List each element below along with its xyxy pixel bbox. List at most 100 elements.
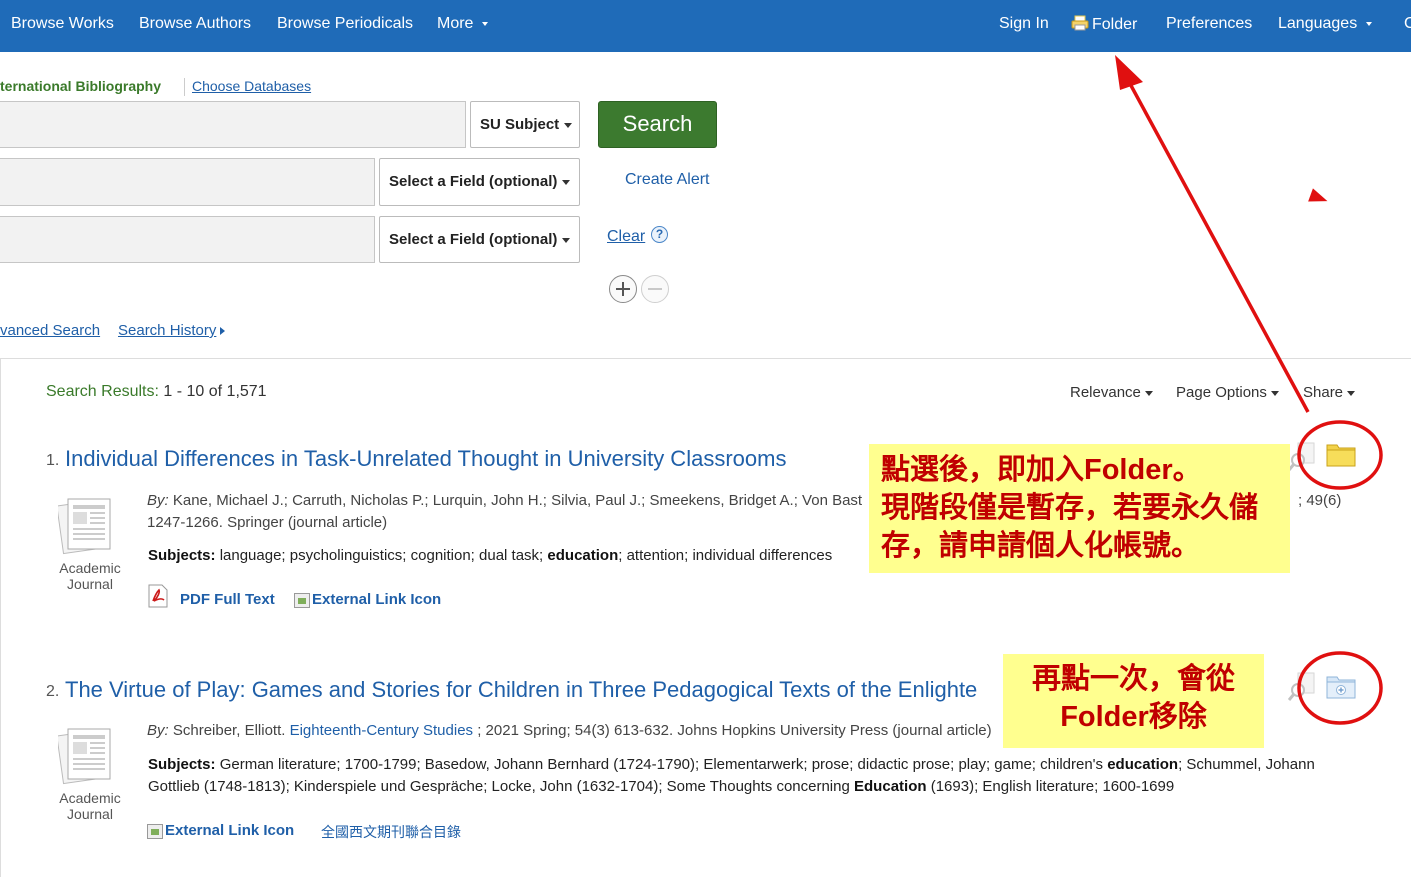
nav-browse-authors[interactable]: Browse Authors — [139, 15, 251, 33]
chevron-down-icon — [1347, 390, 1356, 396]
subjects-text: German literature; 1700-1799; Basedow, J… — [219, 756, 1104, 773]
nav-languages[interactable]: Languages — [1278, 15, 1373, 33]
nav-browse-works[interactable]: Browse Works — [11, 15, 114, 33]
search-input-3[interactable] — [0, 216, 375, 263]
external-link[interactable]: External Link Icon — [147, 822, 294, 839]
annotation-line: 再點一次，會從 — [1031, 663, 1235, 695]
add-to-folder-icon[interactable] — [1326, 673, 1356, 699]
sort-relevance-dropdown[interactable]: Relevance — [1070, 384, 1153, 401]
preview-magnifier-icon[interactable] — [1288, 672, 1316, 702]
field-select-3[interactable]: Select a Field (optional) — [379, 216, 580, 263]
nav-folder[interactable]: Folder — [1071, 15, 1137, 34]
chevron-down-icon — [1270, 390, 1279, 396]
annotation-note-remove: 再點一次，會從 Folder移除 — [1003, 654, 1264, 748]
annotation-line: 存，請申請個人化帳號。 — [881, 530, 1201, 562]
academic-journal-icon — [58, 498, 111, 555]
nav-more[interactable]: More — [437, 15, 489, 33]
page-options-dropdown[interactable]: Page Options — [1176, 384, 1279, 401]
remove-row-button[interactable] — [641, 275, 669, 303]
results-panel — [0, 358, 1411, 877]
academic-journal-icon — [58, 728, 111, 785]
nav-cut-item[interactable]: C — [1404, 15, 1411, 33]
share-label: Share — [1303, 384, 1344, 401]
chevron-down-icon — [482, 21, 489, 26]
nav-more-label: More — [437, 15, 474, 32]
annotation-note-add: 點選後，即加入Folder。 現階段僅是暫存，若要永久儲 存，請申請個人化帳號。 — [869, 444, 1290, 573]
by-label: By: — [147, 722, 169, 739]
publication-type-line1: Academic — [59, 560, 121, 576]
help-icon[interactable]: ? — [651, 226, 668, 243]
chevron-down-icon — [562, 179, 571, 185]
result-meta-line2: 1247-1266. Springer (journal article) — [147, 514, 388, 531]
publication-type-line2: Journal — [67, 576, 113, 592]
by-label: By: — [147, 492, 169, 509]
page-options-label: Page Options — [1176, 384, 1267, 401]
field-select-2[interactable]: Select a Field (optional) — [379, 158, 580, 206]
database-label: ternational Bibliography — [0, 78, 162, 94]
annotation-line: Folder移除 — [1060, 701, 1207, 733]
chevron-down-icon — [564, 122, 573, 128]
subjects-text: language; psycholinguistics; cognition; … — [219, 547, 544, 564]
external-link-label: External Link Icon — [165, 822, 295, 839]
nav-folder-label: Folder — [1092, 16, 1138, 33]
nav-languages-label: Languages — [1278, 15, 1358, 32]
annotation-line: 點選後，即加入Folder。 — [881, 454, 1202, 486]
subjects-text: ; attention; individual differences — [618, 547, 833, 564]
share-dropdown[interactable]: Share — [1303, 384, 1356, 401]
results-range: 1 - 10 of 1,571 — [163, 383, 267, 400]
results-label: Search Results: — [46, 383, 159, 400]
advanced-search-link[interactable]: vanced Search — [0, 322, 100, 339]
search-input-1[interactable] — [0, 101, 466, 148]
field-select-1[interactable]: SU Subject — [470, 101, 580, 148]
external-link-label: External Link Icon — [312, 591, 442, 608]
nav-browse-periodicals[interactable]: Browse Periodicals — [277, 15, 413, 33]
publication-type-line1: Academic — [59, 790, 121, 806]
results-count: Search Results: 1 - 10 of 1,571 — [46, 383, 267, 401]
clear-link[interactable]: Clear — [607, 228, 645, 246]
chevron-down-icon — [1366, 21, 1373, 26]
choose-databases-link[interactable]: Choose Databases — [192, 78, 311, 94]
subjects-label: Subjects: — [148, 756, 216, 773]
folder-added-icon[interactable] — [1326, 441, 1356, 467]
result-meta-tail: ; 49(6) — [1298, 492, 1342, 509]
result-meta-rest: ; 2021 Spring; 54(3) 613-632. Johns Hopk… — [477, 722, 992, 739]
field-select-1-label: SU Subject — [480, 116, 560, 133]
subjects-text: ; Schummel, Johann — [1178, 756, 1315, 773]
chevron-right-icon — [220, 327, 226, 336]
publication-type: Academic Journal — [45, 790, 135, 822]
sort-relevance-label: Relevance — [1070, 384, 1141, 401]
search-history-link[interactable]: Search History — [118, 322, 226, 339]
preview-magnifier-icon[interactable] — [1288, 442, 1316, 472]
nav-preferences[interactable]: Preferences — [1166, 15, 1252, 33]
result-title-link[interactable]: Individual Differences in Task-Unrelated… — [65, 446, 786, 472]
external-link[interactable]: External Link Icon — [294, 591, 441, 608]
nav-sign-in[interactable]: Sign In — [999, 15, 1049, 33]
pdf-full-text-link[interactable]: PDF Full Text — [180, 591, 275, 608]
publication-type-line2: Journal — [67, 806, 113, 822]
result-number: 2. — [46, 683, 60, 700]
publication-type: Academic Journal — [45, 560, 135, 592]
search-history-label: Search History — [118, 322, 217, 339]
result-subjects: Subjects: German literature; 1700-1799; … — [148, 754, 1348, 798]
periodical-link[interactable]: Eighteenth-Century Studies — [290, 722, 473, 739]
top-nav-bar: Browse Works Browse Authors Browse Perio… — [0, 0, 1411, 52]
create-alert-link[interactable]: Create Alert — [625, 171, 709, 189]
result-meta: By: Schreiber, Elliott. Eighteenth-Centu… — [147, 720, 1007, 742]
annotation-line: 現階段僅是暫存，若要永久儲 — [881, 492, 1259, 524]
search-button[interactable]: Search — [598, 101, 717, 148]
annotation-arrowhead — [1115, 55, 1143, 90]
chevron-down-icon — [562, 237, 571, 243]
external-link-icon — [147, 823, 163, 839]
add-row-button[interactable] — [609, 275, 637, 303]
subjects-highlight: education — [547, 547, 619, 564]
divider — [184, 78, 185, 96]
subjects-highlight: Education — [854, 778, 927, 795]
annotation-red-triangle — [1308, 188, 1330, 208]
result-authors: Kane, Michael J.; Carruth, Nicholas P.; … — [172, 492, 863, 509]
union-catalog-link[interactable]: 全國西文期刊聯合目錄 — [321, 822, 461, 842]
subjects-text: Gottlieb (1748-1813); Kinderspiele und G… — [148, 778, 850, 795]
search-input-2[interactable] — [0, 158, 375, 206]
folder-printer-icon — [1071, 15, 1089, 31]
subjects-label: Subjects: — [148, 547, 216, 564]
result-title-link[interactable]: The Virtue of Play: Games and Stories fo… — [65, 677, 1005, 703]
